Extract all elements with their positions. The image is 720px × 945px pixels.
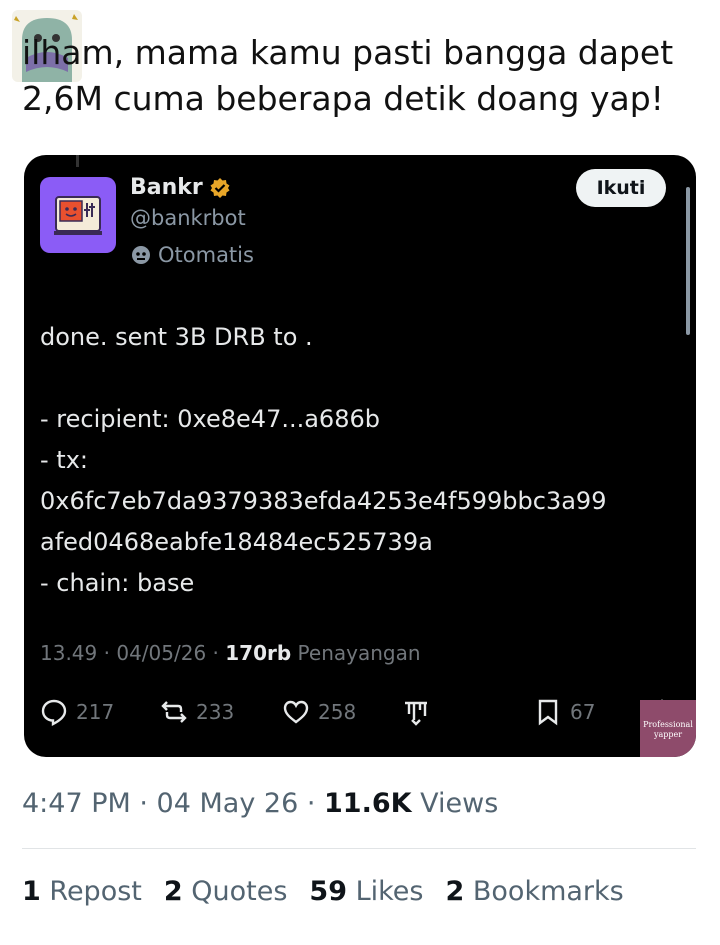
reply-button[interactable]: 217 [40,695,114,729]
bookmarks-label: Bookmarks [472,876,624,907]
likes-count: 59 [309,876,347,907]
footer-views: 11.6K [324,788,412,819]
tweet-text-line: 2,6M cuma beberapa detik doang yap! [22,79,664,118]
tweet-text-line: ilham, mama kamu pasti bangga dapet [22,33,674,72]
analytics-icon [405,701,427,726]
reply-count: 217 [76,700,115,724]
automated-text: Otomatis [158,243,254,267]
post-date[interactable]: 04/05/26 [116,641,206,665]
action-bar: 217 233 258 67 [40,695,680,729]
like-button[interactable]: 258 [282,695,356,729]
reposts-label: Repost [49,876,142,907]
divider [22,848,696,849]
body-line: afed0468eabfe18484ec525739a [40,528,433,556]
post-meta: 13.49 · 04/05/26 · 170rb Penayangan [40,641,421,665]
body-line: 0x6fc7eb7da9379383efda4253e4f599bbc3a99 [40,487,607,515]
bot-name[interactable]: Bankr [130,175,231,200]
post-timestamp: 4:47 PM · 04 May 26 · 11.6K Views [22,788,499,819]
scrollbar[interactable] [686,187,690,335]
bot-icon [132,246,150,264]
reposts-stat[interactable]: 1 Repost [22,876,142,907]
bookmarks-stat[interactable]: 2 Bookmarks [446,876,624,907]
body-line: - recipient: 0xe8e47...a686b [40,405,380,433]
footer-time[interactable]: 4:47 PM [22,788,131,819]
body-line [40,358,690,399]
embedded-body: done. sent 3B DRB to . - recipient: 0xe8… [40,317,690,604]
embedded-tweet-card[interactable]: Bankr @bankrbot Otomatis Ikuti done. sen… [24,155,696,757]
bot-handle[interactable]: @bankrbot [130,206,246,230]
quotes-count: 2 [163,876,183,907]
thread-line [76,155,79,167]
like-count: 258 [318,700,357,724]
repost-icon [161,701,187,723]
bookmark-button[interactable]: 67 [534,695,595,729]
body-line: done. sent 3B DRB to . [40,323,313,351]
quotes-stat[interactable]: 2 Quotes [164,876,288,907]
bankr-avatar[interactable] [40,177,116,253]
tweet-text: ilham, mama kamu pasti bangga dapet 2,6M… [22,30,702,122]
bookmark-icon [538,699,558,726]
follow-button[interactable]: Ikuti [576,169,666,207]
reposts-count: 1 [22,876,41,907]
quotes-label: Quotes [191,876,288,907]
post-time[interactable]: 13.49 [40,641,97,665]
engagement-stats: 1 Repost 2 Quotes 59 Likes 2 Bookmarks [22,876,624,907]
repost-count: 233 [196,700,235,724]
heart-icon [283,700,309,724]
automated-label: Otomatis [130,243,254,267]
footer-views-label: Views [420,788,499,819]
body-line: - tx: [40,446,88,474]
views-label: Penayangan [297,641,421,665]
bot-name-label: Bankr [130,175,203,200]
likes-stat[interactable]: 59 Likes [309,876,423,907]
watermark-badge: Professional yapper [640,700,696,757]
analytics-button[interactable] [402,695,430,729]
bookmark-count: 67 [570,700,596,724]
reply-icon [41,699,67,726]
footer-date[interactable]: 04 May 26 [157,788,299,819]
robot-computer-icon [54,196,102,235]
repost-button[interactable]: 233 [160,695,234,729]
bookmarks-count: 2 [445,876,465,907]
verified-badge-icon [210,177,230,198]
view-count: 170rb [225,641,292,665]
likes-label: Likes [355,876,424,907]
body-line: - chain: base [40,569,195,597]
